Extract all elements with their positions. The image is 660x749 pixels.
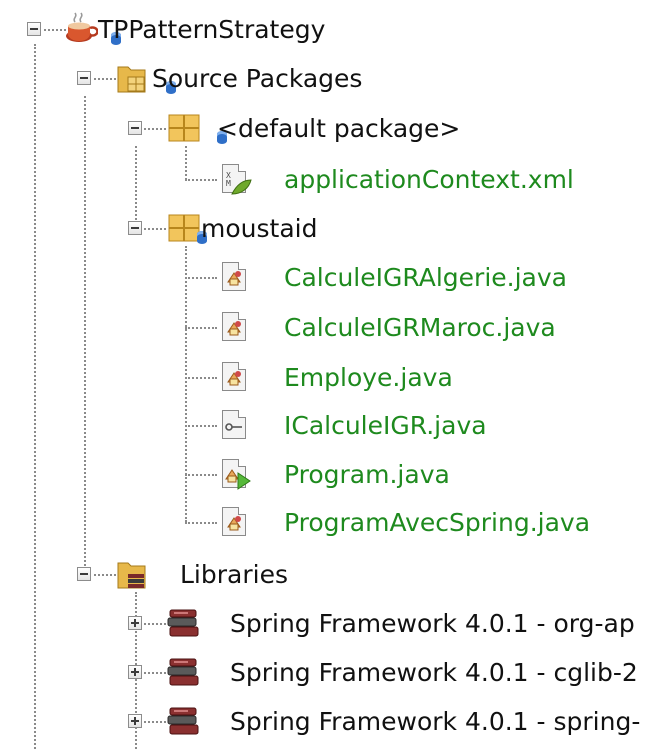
- file-label: ICalculeIGR.java: [284, 410, 487, 440]
- libraries-icon: [116, 557, 150, 591]
- source-packages-icon: [116, 61, 176, 95]
- library-label: Spring Framework 4.0.1 - spring-: [230, 706, 641, 736]
- tree-line: [144, 228, 166, 230]
- java-main-class-icon: [218, 457, 252, 491]
- jar-library-icon: [166, 606, 200, 640]
- tree-node-file[interactable]: X M applicationContext.xml: [218, 161, 574, 197]
- tree-node-default-package[interactable]: <default package>: [167, 110, 460, 146]
- tree-node-file[interactable]: ICalculeIGR.java: [218, 407, 487, 443]
- project-tree: TPPatternStrategy Source Packages <defau…: [0, 0, 660, 749]
- tree-line: [94, 78, 116, 80]
- tree-line: [185, 327, 217, 329]
- tree-node-library[interactable]: Spring Framework 4.0.1 - cglib-2: [166, 654, 638, 690]
- tree-line: [135, 146, 137, 228]
- libraries-label: Libraries: [180, 559, 288, 589]
- tree-line: [144, 128, 166, 130]
- package-icon: [167, 111, 227, 145]
- expand-toggle-library-3[interactable]: [128, 714, 142, 728]
- tree-node-file[interactable]: ProgramAvecSpring.java: [218, 504, 590, 540]
- library-label: Spring Framework 4.0.1 - cglib-2: [230, 657, 638, 687]
- tree-line: [185, 146, 187, 180]
- tree-line: [185, 474, 217, 476]
- collapse-toggle-project[interactable]: [27, 22, 41, 36]
- java-class-icon: [218, 505, 252, 539]
- project-label: TPPatternStrategy: [98, 14, 326, 44]
- file-label: Employe.java: [284, 362, 453, 392]
- collapse-toggle-source-packages[interactable]: [77, 71, 91, 85]
- file-label: Program.java: [284, 459, 450, 489]
- package-label: moustaid: [201, 213, 318, 243]
- tree-line: [144, 721, 166, 723]
- file-label: applicationContext.xml: [284, 164, 574, 194]
- java-interface-icon: [218, 408, 252, 442]
- tree-line: [185, 277, 217, 279]
- tree-line: [185, 179, 217, 181]
- tree-node-file[interactable]: Employe.java: [218, 359, 453, 395]
- tree-line: [84, 96, 86, 574]
- package-icon: [167, 211, 207, 245]
- tree-node-library[interactable]: Spring Framework 4.0.1 - org-ap: [166, 605, 635, 641]
- tree-node-project[interactable]: TPPatternStrategy: [64, 11, 325, 47]
- jar-library-icon: [166, 655, 200, 689]
- tree-node-package-moustaid[interactable]: moustaid: [167, 210, 317, 246]
- java-class-icon: [218, 260, 252, 294]
- file-label: CalculeIGRAlgerie.java: [284, 262, 567, 292]
- library-label: Spring Framework 4.0.1 - org-ap: [230, 608, 635, 638]
- java-class-icon: [218, 310, 252, 344]
- collapse-toggle-libraries[interactable]: [77, 567, 91, 581]
- tree-node-libraries[interactable]: Libraries: [116, 556, 288, 592]
- java-class-icon: [218, 360, 252, 394]
- tree-node-file[interactable]: Program.java: [218, 456, 450, 492]
- source-packages-label: Source Packages: [152, 63, 363, 93]
- tree-line: [144, 672, 166, 674]
- java-project-icon: [64, 12, 121, 46]
- tree-node-file[interactable]: CalculeIGRAlgerie.java: [218, 259, 567, 295]
- tree-line: [185, 425, 217, 427]
- expand-toggle-library-1[interactable]: [128, 616, 142, 630]
- tree-line: [144, 623, 166, 625]
- svg-text:M: M: [226, 179, 231, 188]
- collapse-toggle-default-package[interactable]: [128, 121, 142, 135]
- jar-library-icon: [166, 704, 200, 738]
- tree-node-library[interactable]: Spring Framework 4.0.1 - spring-: [166, 703, 640, 739]
- file-label: CalculeIGRMaroc.java: [284, 312, 556, 342]
- collapse-toggle-moustaid[interactable]: [128, 221, 142, 235]
- tree-line: [185, 377, 217, 379]
- tree-node-source-packages[interactable]: Source Packages: [116, 60, 362, 96]
- xml-file-icon: X M: [218, 162, 252, 196]
- tree-line: [34, 44, 36, 749]
- expand-toggle-library-2[interactable]: [128, 665, 142, 679]
- file-label: ProgramAvecSpring.java: [284, 507, 591, 537]
- tree-line: [185, 522, 217, 524]
- tree-line: [185, 246, 187, 522]
- tree-node-file[interactable]: CalculeIGRMaroc.java: [218, 309, 556, 345]
- tree-line: [94, 574, 116, 576]
- default-package-label: <default package>: [217, 113, 461, 143]
- tree-line: [44, 29, 66, 31]
